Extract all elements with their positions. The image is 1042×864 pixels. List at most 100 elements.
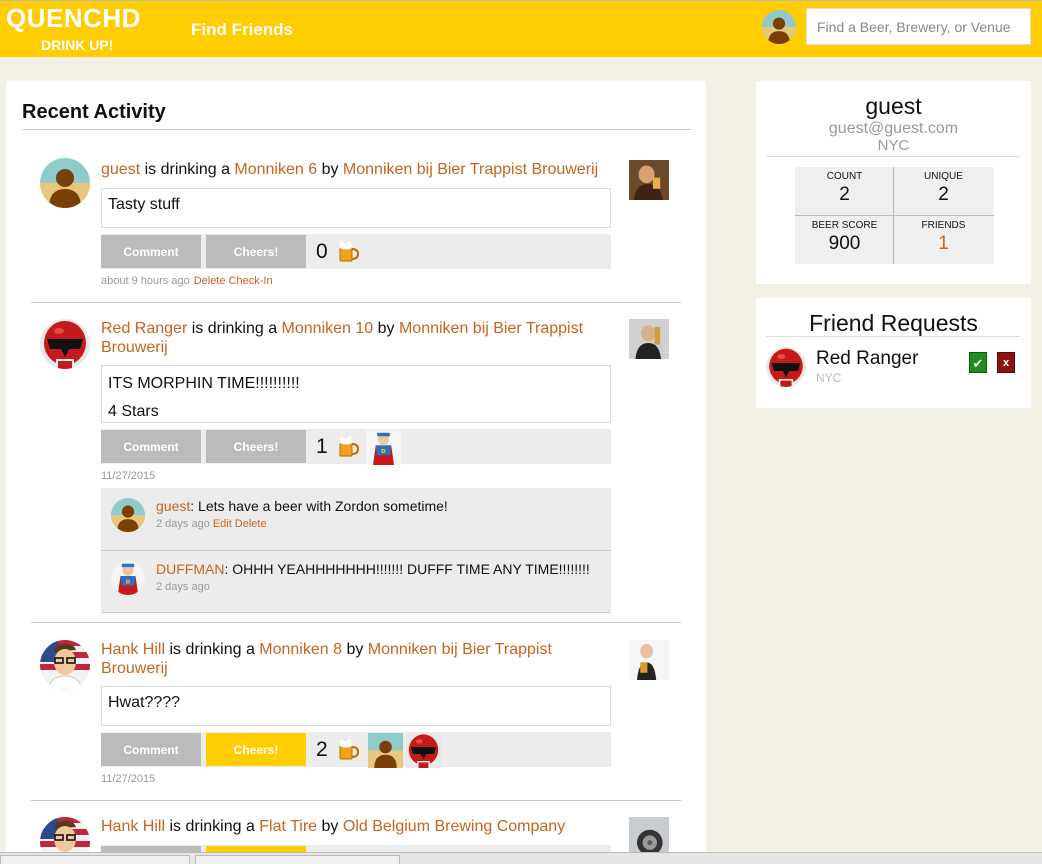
accept-friend-button[interactable]: ✔ [969, 352, 987, 373]
comment-avatar[interactable] [111, 561, 145, 595]
comment-avatar[interactable] [111, 498, 145, 532]
beer-mug-icon [338, 738, 359, 760]
stat-count: COUNT 2 [795, 167, 894, 215]
checkin-by: by [342, 641, 368, 658]
checkin-item: Hank Hill is drinking a Monniken 8 by Mo… [31, 638, 681, 788]
user-silhouette-icon [111, 498, 145, 532]
comment-meta: 2 days ago Edit Delete [156, 518, 267, 530]
checkin-meta: about 9 hours ago Delete Check-In [101, 275, 273, 287]
user-avatar-icon [762, 10, 796, 44]
checkin-user-link[interactable]: Red Ranger [101, 320, 187, 337]
checkin-meta: 11/27/2015 [101, 470, 155, 482]
beer-thumbnail[interactable] [629, 640, 669, 680]
comment-button[interactable]: Comment [101, 235, 201, 268]
checkin-verb: is drinking a [165, 818, 260, 835]
reject-friend-button[interactable]: x [997, 352, 1015, 373]
checkin-timestamp: about 9 hours ago [101, 275, 190, 287]
duffman-avatar-icon [111, 561, 145, 595]
divider [795, 215, 994, 216]
cheers-button[interactable]: Cheers! [206, 235, 306, 268]
comment-user-link[interactable]: DUFFMAN [156, 561, 224, 577]
profile-card: guest guest@guest.com NYC COUNT 2 UNIQUE… [756, 81, 1031, 284]
checkin-brewery-link[interactable]: Monniken bij Bier Trappist Brouwerij [343, 161, 598, 178]
checkin-brewery-link[interactable]: Old Belgium Brewing Company [343, 818, 565, 835]
divider [31, 800, 681, 801]
search-input[interactable] [806, 8, 1031, 45]
beer-photo-icon [629, 640, 669, 680]
stat-label: FRIENDS [921, 220, 966, 231]
stat-value: 2 [839, 184, 850, 205]
comment-button[interactable]: Comment [101, 733, 201, 766]
cheers-button[interactable]: Cheers! [206, 430, 306, 463]
stat-label: UNIQUE [924, 171, 963, 182]
comment-text: DUFFMAN: OHHH YEAHHHHHHH!!!!!!! DUFFF TI… [156, 561, 590, 577]
checkin-timestamp: 11/27/2015 [101, 470, 156, 482]
stat-friends[interactable]: FRIENDS 1 [894, 216, 993, 264]
cheers-user-avatar[interactable] [368, 733, 403, 768]
profile-stats: COUNT 2 UNIQUE 2 BEER SCORE 900 FRIENDS … [795, 167, 994, 264]
checkin-timestamp: 11/27/2015 [101, 773, 156, 785]
comment-button[interactable]: Comment [101, 430, 201, 463]
site-logo[interactable]: QUENCHD [6, 5, 141, 31]
duffman-avatar-icon [366, 430, 401, 465]
comment-text: guest: Lets have a beer with Zordon some… [156, 498, 448, 514]
checkin-text: Tasty stuff [101, 188, 611, 228]
beer-thumbnail[interactable] [629, 817, 669, 857]
divider [31, 302, 681, 303]
close-icon: x [1002, 357, 1010, 369]
beer-thumbnail[interactable] [629, 160, 669, 200]
comment-meta: 2 days ago [156, 581, 210, 593]
checkin-headline: guest is drinking a Monniken 6 by Monnik… [101, 160, 611, 179]
checkin-user-link[interactable]: Hank Hill [101, 818, 165, 835]
checkin-beer-link[interactable]: Monniken 8 [259, 641, 342, 658]
user-avatar[interactable] [762, 10, 796, 44]
friend-request-name[interactable]: Red Ranger [816, 348, 918, 370]
beer-thumbnail[interactable] [629, 319, 669, 359]
checkin-beer-link[interactable]: Monniken 10 [282, 320, 374, 337]
checkmark-icon: ✔ [972, 356, 984, 371]
divider [101, 612, 611, 613]
checkin-headline: Hank Hill is drinking a Monniken 8 by Mo… [101, 640, 611, 678]
checkin-user-link[interactable]: guest [101, 161, 140, 178]
comment-user-link[interactable]: guest [156, 498, 190, 514]
friend-requests-card: Friend Requests Red Ranger NYC ✔ x [756, 298, 1031, 408]
site-tagline: DRINK UP! [41, 37, 114, 53]
checkin-avatar[interactable] [40, 158, 90, 208]
checkin-avatar[interactable] [40, 640, 90, 690]
checkin-text-line: ITS MORPHIN TIME!!!!!!!!!! [108, 375, 300, 392]
comment-timestamp: 2 days ago [156, 581, 210, 593]
top-navbar: QUENCHD DRINK UP! Find Friends [0, 0, 1042, 57]
checkin-text-line: 4 Stars [108, 403, 159, 420]
cheers-user-avatar[interactable] [366, 430, 401, 465]
edit-comment-link[interactable]: Edit [213, 518, 232, 530]
user-silhouette-icon [368, 733, 403, 768]
red-ranger-avatar-icon [766, 347, 806, 387]
cheers-user-avatar[interactable] [406, 733, 441, 768]
beer-mug-icon [338, 435, 359, 457]
stat-value[interactable]: 1 [894, 233, 993, 255]
stat-unique: UNIQUE 2 [894, 167, 993, 215]
divider [766, 336, 1020, 337]
checkin-verb: is drinking a [140, 161, 235, 178]
checkin-beer-link[interactable]: Monniken 6 [234, 161, 317, 178]
delete-comment-link[interactable]: Delete [235, 518, 267, 530]
delete-checkin-link[interactable]: Delete Check-In [194, 275, 273, 287]
comment-item: guest: Lets have a beer with Zordon some… [111, 498, 601, 538]
browser-tab-bar [0, 852, 1042, 864]
browser-tab[interactable] [0, 855, 190, 864]
cheers-count: 1 [316, 435, 328, 458]
checkin-meta: 11/27/2015 [101, 773, 155, 785]
checkin-user-link[interactable]: Hank Hill [101, 641, 165, 658]
beer-photo-icon [629, 817, 669, 857]
stat-label: COUNT [826, 171, 863, 182]
checkin-headline: Red Ranger is drinking a Monniken 10 by … [101, 319, 611, 357]
beer-photo-icon [629, 319, 669, 359]
checkin-beer-link[interactable]: Flat Tire [259, 818, 317, 835]
checkin-text-line: Hwat???? [108, 694, 181, 711]
friend-request-avatar[interactable] [766, 347, 806, 387]
browser-tab[interactable] [195, 855, 400, 864]
find-friends-link[interactable]: Find Friends [191, 20, 293, 40]
recent-activity-title: Recent Activity [22, 101, 166, 123]
cheers-button[interactable]: Cheers! [206, 733, 306, 766]
checkin-avatar[interactable] [40, 319, 90, 369]
